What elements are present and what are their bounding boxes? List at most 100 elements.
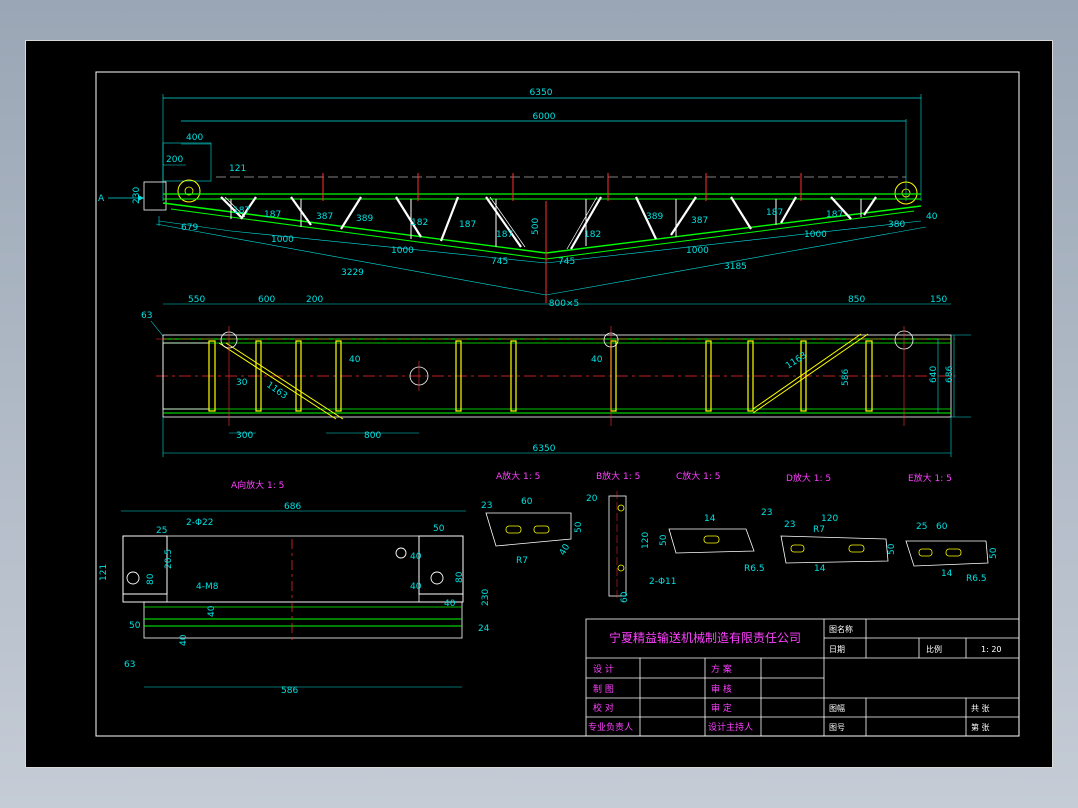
plan-dim-550: 550	[188, 295, 205, 305]
detail-a-dim-2-phi22: 2-Φ22	[186, 518, 214, 528]
detail-3-dim-r6-5: R6.5	[744, 564, 765, 574]
detail-a-dim-40-e: 40	[444, 599, 456, 609]
detail-2-dim-120: 120	[641, 532, 651, 549]
tb-sheet-no: 第 张	[971, 722, 990, 732]
detail-a-dim-686: 686	[284, 502, 301, 512]
detail-a-dim-230: 230	[481, 589, 491, 606]
dim-6000: 6000	[533, 112, 556, 122]
tb-examiner: 审 定	[711, 702, 732, 714]
dim-230: 230	[132, 187, 142, 204]
detail-1-dim-r7: R7	[516, 556, 528, 566]
member-dim-5: 182	[411, 218, 428, 228]
tb-designer: 设 计	[593, 663, 614, 675]
dim-6350-top: 6350	[530, 88, 553, 98]
detail-4-dim-120: 120	[821, 514, 838, 524]
dim-500: 500	[531, 218, 541, 235]
member-dim-10: 387	[691, 216, 708, 226]
detail-a-title: A向放大 1: 5	[231, 479, 284, 491]
detail-1-dim-40: 40	[558, 542, 573, 557]
detail-a-dim-4-m8: 4-M8	[196, 582, 219, 592]
member-dim-4: 389	[356, 214, 373, 224]
dim-3185: 3185	[724, 262, 747, 272]
detail-1-dim-60: 60	[521, 497, 533, 507]
detail-1-dim-50: 50	[574, 521, 584, 533]
dim-745-left: 745	[491, 257, 508, 267]
detail-4-dim-23: 23	[784, 520, 795, 530]
plan-view: 550 600 200 800×5 850 150 63 40 40 30 11…	[141, 295, 971, 457]
dim-380: 380	[888, 220, 905, 230]
detail-5-dim-r6-5: R6.5	[966, 574, 987, 584]
dim-121: 121	[229, 164, 246, 174]
tb-size: 图幅	[829, 703, 845, 713]
company-name: 宁夏精益输送机械制造有限责任公司	[609, 630, 801, 645]
detail-a-dim-50-bottom: 50	[129, 621, 141, 631]
detail-views: A放大 1: 5 23 60 50 R7 40 B放大 1: 5 20 120 …	[481, 470, 999, 603]
tb-scale-label: 比例	[926, 644, 942, 654]
plan-dim-300: 300	[236, 431, 253, 441]
plan-dim-1163-a: 1163	[264, 380, 288, 401]
detail-5-dim-60: 60	[936, 522, 948, 532]
plan-dim-800: 800	[364, 431, 381, 441]
detail-a-dim-50-top: 50	[433, 524, 445, 534]
dim-1000-c: 1000	[686, 246, 709, 256]
detail-3-title: C放大 1: 5	[676, 470, 721, 482]
detail-4-dim-r7: R7	[813, 525, 825, 535]
detail-5-dim-14: 14	[941, 569, 953, 579]
plan-dim-600: 600	[258, 295, 275, 305]
detail-4-dim-50: 50	[887, 543, 897, 555]
tb-scale-value: 1: 20	[981, 645, 1002, 654]
detail-a-dim-40-a: 40	[410, 552, 422, 562]
detail-a-dim-586: 586	[281, 686, 298, 696]
detail-3-dim-50: 50	[659, 534, 669, 546]
plan-dim-1163-b: 1163	[784, 351, 809, 372]
detail-4-title: D放大 1: 5	[786, 472, 831, 484]
detail-a-dim-63: 63	[124, 660, 135, 670]
dim-400: 400	[186, 133, 203, 143]
view-arrow-a: A	[98, 194, 105, 204]
detail-a: A向放大 1: 5 686 25 2-Φ22 20.5 121 80 4-M8 …	[99, 479, 491, 696]
tb-scheme: 方 案	[711, 663, 732, 675]
plan-dim-586: 586	[841, 369, 851, 386]
cad-drawing: 6350 6000 400 200 121 230 A 187 187 387 …	[95, 71, 1020, 737]
dim-1000-b: 1000	[391, 246, 414, 256]
detail-3-dim-23: 23	[761, 508, 772, 518]
detail-a-dim-40-b: 40	[410, 582, 422, 592]
member-dim-11: 187	[766, 208, 783, 218]
dim-40-right: 40	[926, 212, 938, 222]
tb-drafter: 制 图	[593, 683, 614, 695]
member-dim-7: 187	[496, 230, 513, 240]
detail-5-dim-50: 50	[989, 547, 999, 559]
detail-a-dim-40-c: 40	[207, 605, 217, 617]
detail-a-dim-121: 121	[99, 564, 109, 581]
detail-5-title: E放大 1: 5	[908, 472, 952, 484]
dim-1000-d: 1000	[804, 230, 827, 240]
member-dim-1: 187	[233, 206, 250, 216]
tb-responsible: 专业负责人	[588, 721, 633, 733]
dim-679: 679	[181, 223, 198, 233]
member-dim-2: 187	[264, 210, 281, 220]
detail-a-dim-80-right: 80	[455, 571, 465, 583]
dim-200: 200	[166, 155, 183, 165]
top-view: 6350 6000 400 200 121 230 A 187 187 387 …	[98, 88, 938, 303]
drawing-frame: 6350 6000 400 200 121 230 A 187 187 387 …	[25, 40, 1053, 768]
plan-dim-200: 200	[306, 295, 323, 305]
plan-dim-63: 63	[141, 311, 152, 321]
member-dim-6: 187	[459, 220, 476, 230]
plan-dim-150: 150	[930, 295, 947, 305]
member-dim-8: 182	[584, 230, 601, 240]
detail-a-dim-24: 24	[478, 624, 490, 634]
detail-2-title: B放大 1: 5	[596, 470, 640, 482]
detail-1-dim-23: 23	[481, 501, 492, 511]
member-dim-9: 389	[646, 212, 663, 222]
tb-reviewer: 审 核	[711, 683, 732, 695]
detail-a-dim-20-5: 20.5	[164, 549, 174, 569]
plan-dim-6350: 6350	[533, 444, 556, 454]
tb-total-sheets: 共 张	[971, 704, 990, 713]
member-dim-12: 187	[826, 210, 843, 220]
plan-dim-40-a: 40	[349, 355, 361, 365]
detail-4-dim-14: 14	[814, 564, 826, 574]
tb-checker: 校 对	[593, 702, 614, 714]
plan-dim-30: 30	[236, 378, 248, 388]
tb-number: 图号	[829, 723, 845, 732]
dim-745-right: 745	[558, 257, 575, 267]
